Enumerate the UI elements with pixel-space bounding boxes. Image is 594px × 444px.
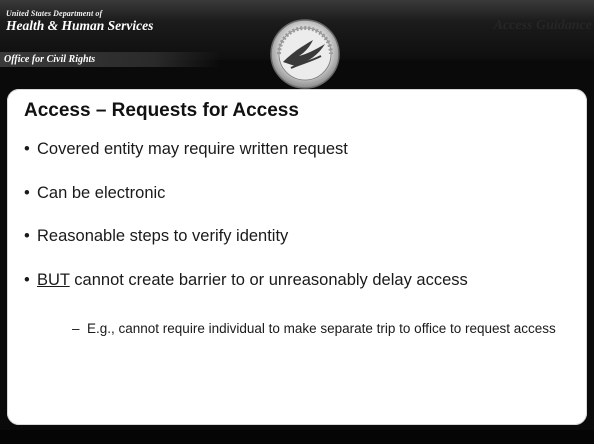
- sub-bullet-text: E.g., cannot require individual to make …: [87, 321, 556, 336]
- bullet-dot: •: [24, 184, 30, 202]
- office-label: Office for Civil Rights: [4, 54, 96, 65]
- bullet-text: cannot create barrier to or unreasonably…: [69, 271, 468, 289]
- bullet-electronic: • Can be electronic: [24, 183, 166, 204]
- bullet-text: Covered entity may require written reque…: [37, 140, 348, 158]
- hhs-eagle-seal-icon: [270, 19, 340, 89]
- bullet-dot: •: [24, 227, 30, 245]
- sub-bullet-separate-trip: – E.g., cannot require individual to mak…: [72, 320, 557, 338]
- department-line-2: Health & Human Services: [6, 18, 154, 33]
- section-title: Access Guidance: [493, 18, 592, 33]
- bullet-no-barrier: • BUT cannot create barrier to or unreas…: [24, 270, 557, 291]
- sub-bullet-dash: –: [72, 321, 80, 336]
- slide-title: Access – Requests for Access: [24, 100, 299, 121]
- bullet-emphasis: BUT: [37, 271, 70, 289]
- bullet-written-request: • Covered entity may require written req…: [24, 139, 348, 160]
- slide: United States Department of Health & Hum…: [0, 0, 594, 444]
- bottom-bar: [0, 430, 594, 444]
- bullet-dot: •: [24, 271, 30, 289]
- bullet-text: Can be electronic: [37, 184, 166, 202]
- bullet-text: Reasonable steps to verify identity: [37, 227, 289, 245]
- department-line-1: United States Department of: [6, 9, 103, 18]
- bullet-verify-identity: • Reasonable steps to verify identity: [24, 226, 289, 247]
- bullet-dot: •: [24, 140, 30, 158]
- content-panel: Access – Requests for Access • Covered e…: [7, 89, 587, 425]
